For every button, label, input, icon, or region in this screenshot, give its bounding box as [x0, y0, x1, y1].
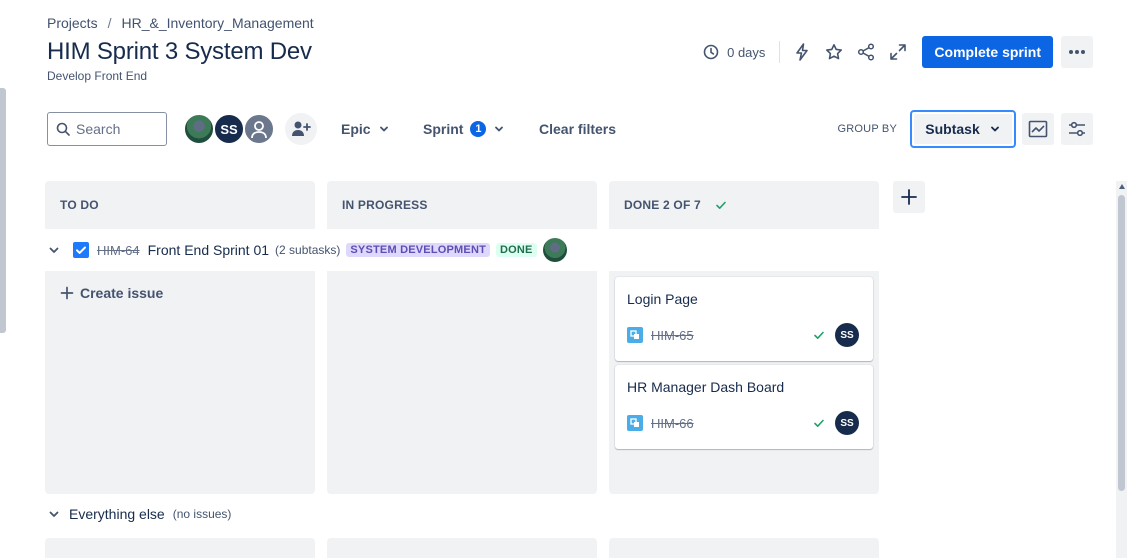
chevron-down-icon[interactable] [47, 243, 61, 257]
done-check-icon [814, 419, 824, 427]
column-title: DONE 2 OF 7 [624, 198, 701, 212]
column-done[interactable]: DONE 2 OF 7 [609, 181, 879, 229]
chevron-down-icon [379, 126, 388, 132]
fullscreen-button[interactable] [882, 36, 914, 68]
insights-button[interactable] [1022, 113, 1054, 145]
breadcrumb-separator: / [107, 15, 112, 31]
board-toolbar: SS Epic Sprint 1 Clear filters GROUP BY … [47, 110, 1093, 148]
parent-issue-summary[interactable]: Front End Sprint 01 [148, 242, 269, 258]
epic-filter-button[interactable]: Epic [335, 113, 396, 145]
card-assignee-avatar[interactable]: SS [835, 411, 859, 435]
issue-card[interactable]: Login Page HIM-65 SS [615, 277, 873, 361]
sprint-filter-count: 1 [470, 121, 487, 137]
epic-filter-label: Epic [341, 121, 371, 137]
star-icon [826, 44, 843, 60]
avatar-generic[interactable] [243, 113, 275, 145]
chevron-down-icon [495, 126, 504, 132]
star-button[interactable] [818, 36, 850, 68]
automation-button[interactable] [786, 36, 818, 68]
card-assignee-avatar[interactable]: SS [835, 323, 859, 347]
lane-in-progress [327, 271, 597, 494]
epic-lozenge: SYSTEM DEVELOPMENT [346, 243, 491, 257]
lane-todo: Create issue [45, 271, 315, 494]
issue-card[interactable]: HR Manager Dash Board HIM-66 SS [615, 365, 873, 449]
avatar-photo[interactable] [183, 113, 215, 145]
avatar-ss[interactable]: SS [213, 113, 245, 145]
complete-sprint-button[interactable]: Complete sprint [922, 36, 1053, 68]
parent-assignee-avatar[interactable] [542, 238, 567, 262]
group-by-value: Subtask [925, 121, 980, 137]
lane-done-else [609, 538, 879, 558]
view-settings-button[interactable] [1061, 113, 1093, 145]
column-title: IN PROGRESS [342, 198, 428, 212]
card-title: HR Manager Dash Board [627, 379, 785, 395]
subtask-icon [627, 327, 643, 343]
status-lozenge: DONE [496, 243, 537, 257]
expand-icon [890, 44, 907, 60]
header-actions: 0 days Complete sprint [703, 36, 1093, 68]
everything-else-note: (no issues) [172, 507, 232, 521]
assignee-avatars: SS [183, 113, 275, 145]
sprint-filter-button[interactable]: Sprint 1 [417, 113, 511, 145]
lane-done: Login Page HIM-65 SS HR Manager Dash Boa… [609, 271, 879, 494]
header-divider [779, 41, 781, 63]
days-remaining[interactable]: 0 days [703, 44, 779, 60]
scroll-up-arrow-icon[interactable] [1119, 184, 1125, 189]
days-remaining-text: 0 days [727, 44, 766, 60]
lightning-icon [796, 43, 809, 61]
board-scrollbar-thumb[interactable] [1118, 195, 1125, 491]
sliders-icon [1069, 121, 1085, 137]
chevron-down-icon [990, 126, 999, 132]
card-key[interactable]: HIM-66 [651, 416, 694, 431]
search-field[interactable] [47, 112, 167, 146]
more-icon [1069, 50, 1085, 54]
add-column-button[interactable] [893, 181, 925, 213]
check-icon [76, 246, 86, 254]
breadcrumb: Projects / HR_&_Inventory_Management [47, 14, 314, 32]
page-title: HIM Sprint 3 System Dev [47, 38, 312, 65]
breadcrumb-projects-link[interactable]: Projects [47, 15, 98, 31]
search-input[interactable] [76, 121, 160, 137]
chevron-down-icon[interactable] [47, 507, 61, 521]
more-actions-button[interactable] [1061, 36, 1093, 68]
group-by-select[interactable]: Subtask [910, 110, 1016, 148]
parent-issue-key[interactable]: HIM-64 [97, 243, 140, 258]
group-by-label: GROUP BY [837, 123, 897, 135]
board-scrollbar[interactable] [1116, 181, 1127, 558]
share-button[interactable] [850, 36, 882, 68]
clear-filters-button[interactable]: Clear filters [533, 113, 622, 145]
create-issue-label: Create issue [80, 285, 164, 301]
column-todo[interactable]: TO DO [45, 181, 315, 229]
share-icon [858, 43, 875, 61]
chart-line-icon [1028, 120, 1048, 138]
everything-else-label: Everything else [69, 506, 165, 522]
plus-icon [901, 189, 917, 205]
subtask-count: (2 subtasks) [275, 243, 341, 257]
parent-issue-checkbox[interactable] [73, 242, 89, 258]
clock-icon [703, 44, 719, 60]
column-title: TO DO [60, 198, 99, 212]
subtask-icon [627, 415, 643, 431]
search-icon [56, 122, 70, 136]
left-scrollbar[interactable] [0, 0, 8, 558]
sprint-goal: Develop Front End [47, 69, 148, 83]
card-title: Login Page [627, 291, 698, 307]
add-person-icon [292, 121, 311, 136]
add-people-button[interactable] [285, 113, 317, 145]
person-icon [251, 121, 267, 139]
swimlane-header[interactable]: HIM-64 Front End Sprint 01 (2 subtasks) … [47, 238, 567, 262]
column-in-progress[interactable]: IN PROGRESS [327, 181, 597, 229]
card-key[interactable]: HIM-65 [651, 328, 694, 343]
lane-todo-else [45, 538, 315, 558]
left-scrollbar-thumb[interactable] [0, 88, 6, 333]
sprint-filter-label: Sprint [423, 121, 464, 137]
everything-else-header[interactable]: Everything else (no issues) [47, 506, 231, 522]
plus-icon [60, 286, 74, 300]
check-icon [716, 201, 726, 209]
done-check-icon [814, 331, 824, 339]
lane-in-progress-else [327, 538, 597, 558]
create-issue-button[interactable]: Create issue [60, 285, 163, 301]
breadcrumb-project-link[interactable]: HR_&_Inventory_Management [121, 15, 313, 31]
